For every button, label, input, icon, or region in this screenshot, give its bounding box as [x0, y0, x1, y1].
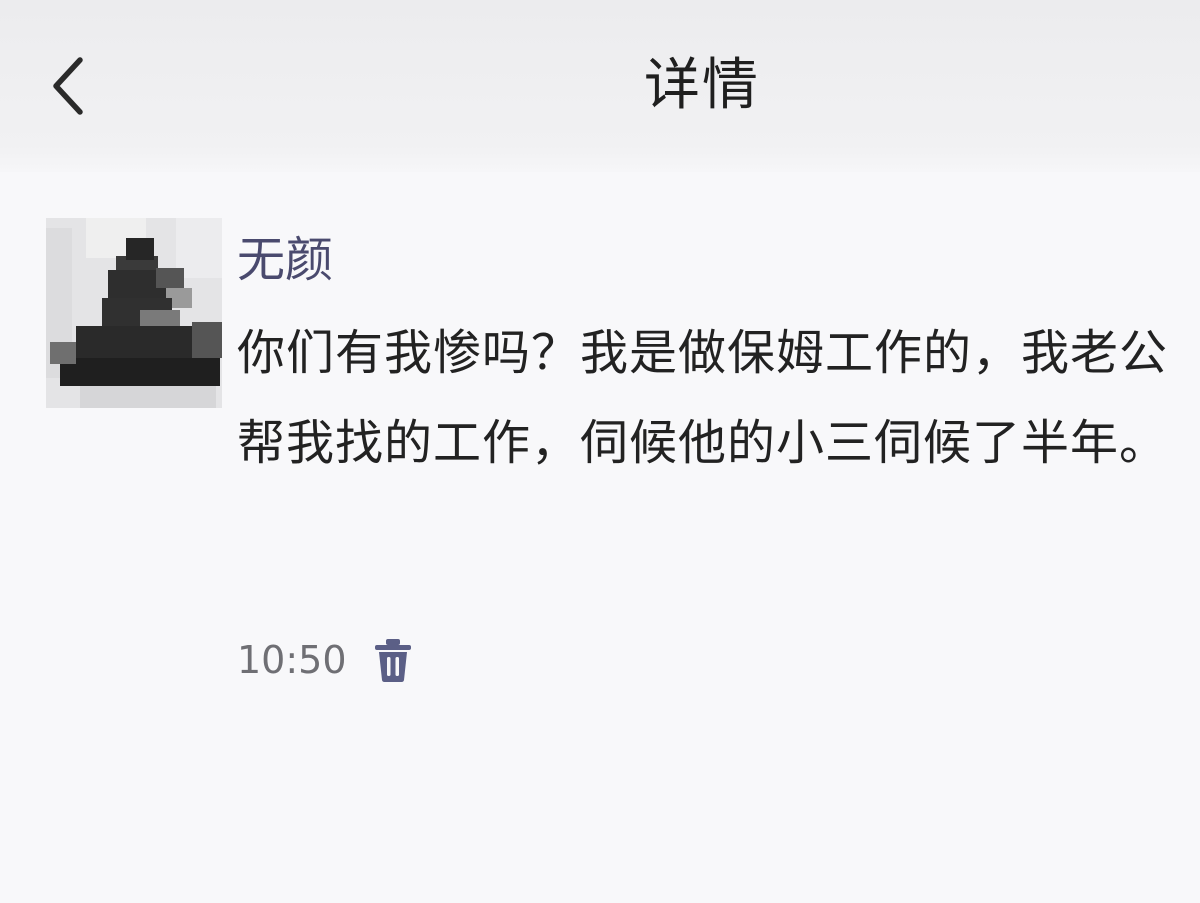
avatar[interactable]: [46, 218, 222, 408]
username[interactable]: 无颜: [237, 224, 333, 296]
page-title: 详情: [644, 53, 760, 118]
detail-screen: 详情 无颜 你们有我惨吗？我是做保姆工作的，我老公帮我找的工作，伺候他的小三伺候…: [0, 0, 1200, 903]
navigation-bar: 详情: [0, 0, 1200, 172]
message-text: 你们有我惨吗？我是做保姆工作的，我老公帮我找的工作，伺候他的小三伺候了半年。: [237, 325, 1169, 471]
post-meta: 10:50: [237, 630, 413, 690]
pixelated-avatar-image: [46, 218, 222, 408]
timestamp: 10:50: [237, 638, 347, 682]
post-detail: 无颜 你们有我惨吗？我是做保姆工作的，我老公帮我找的工作，伺候他的小三伺候了半年…: [0, 172, 1200, 903]
delete-button[interactable]: [373, 638, 413, 682]
trash-icon: [374, 639, 411, 682]
